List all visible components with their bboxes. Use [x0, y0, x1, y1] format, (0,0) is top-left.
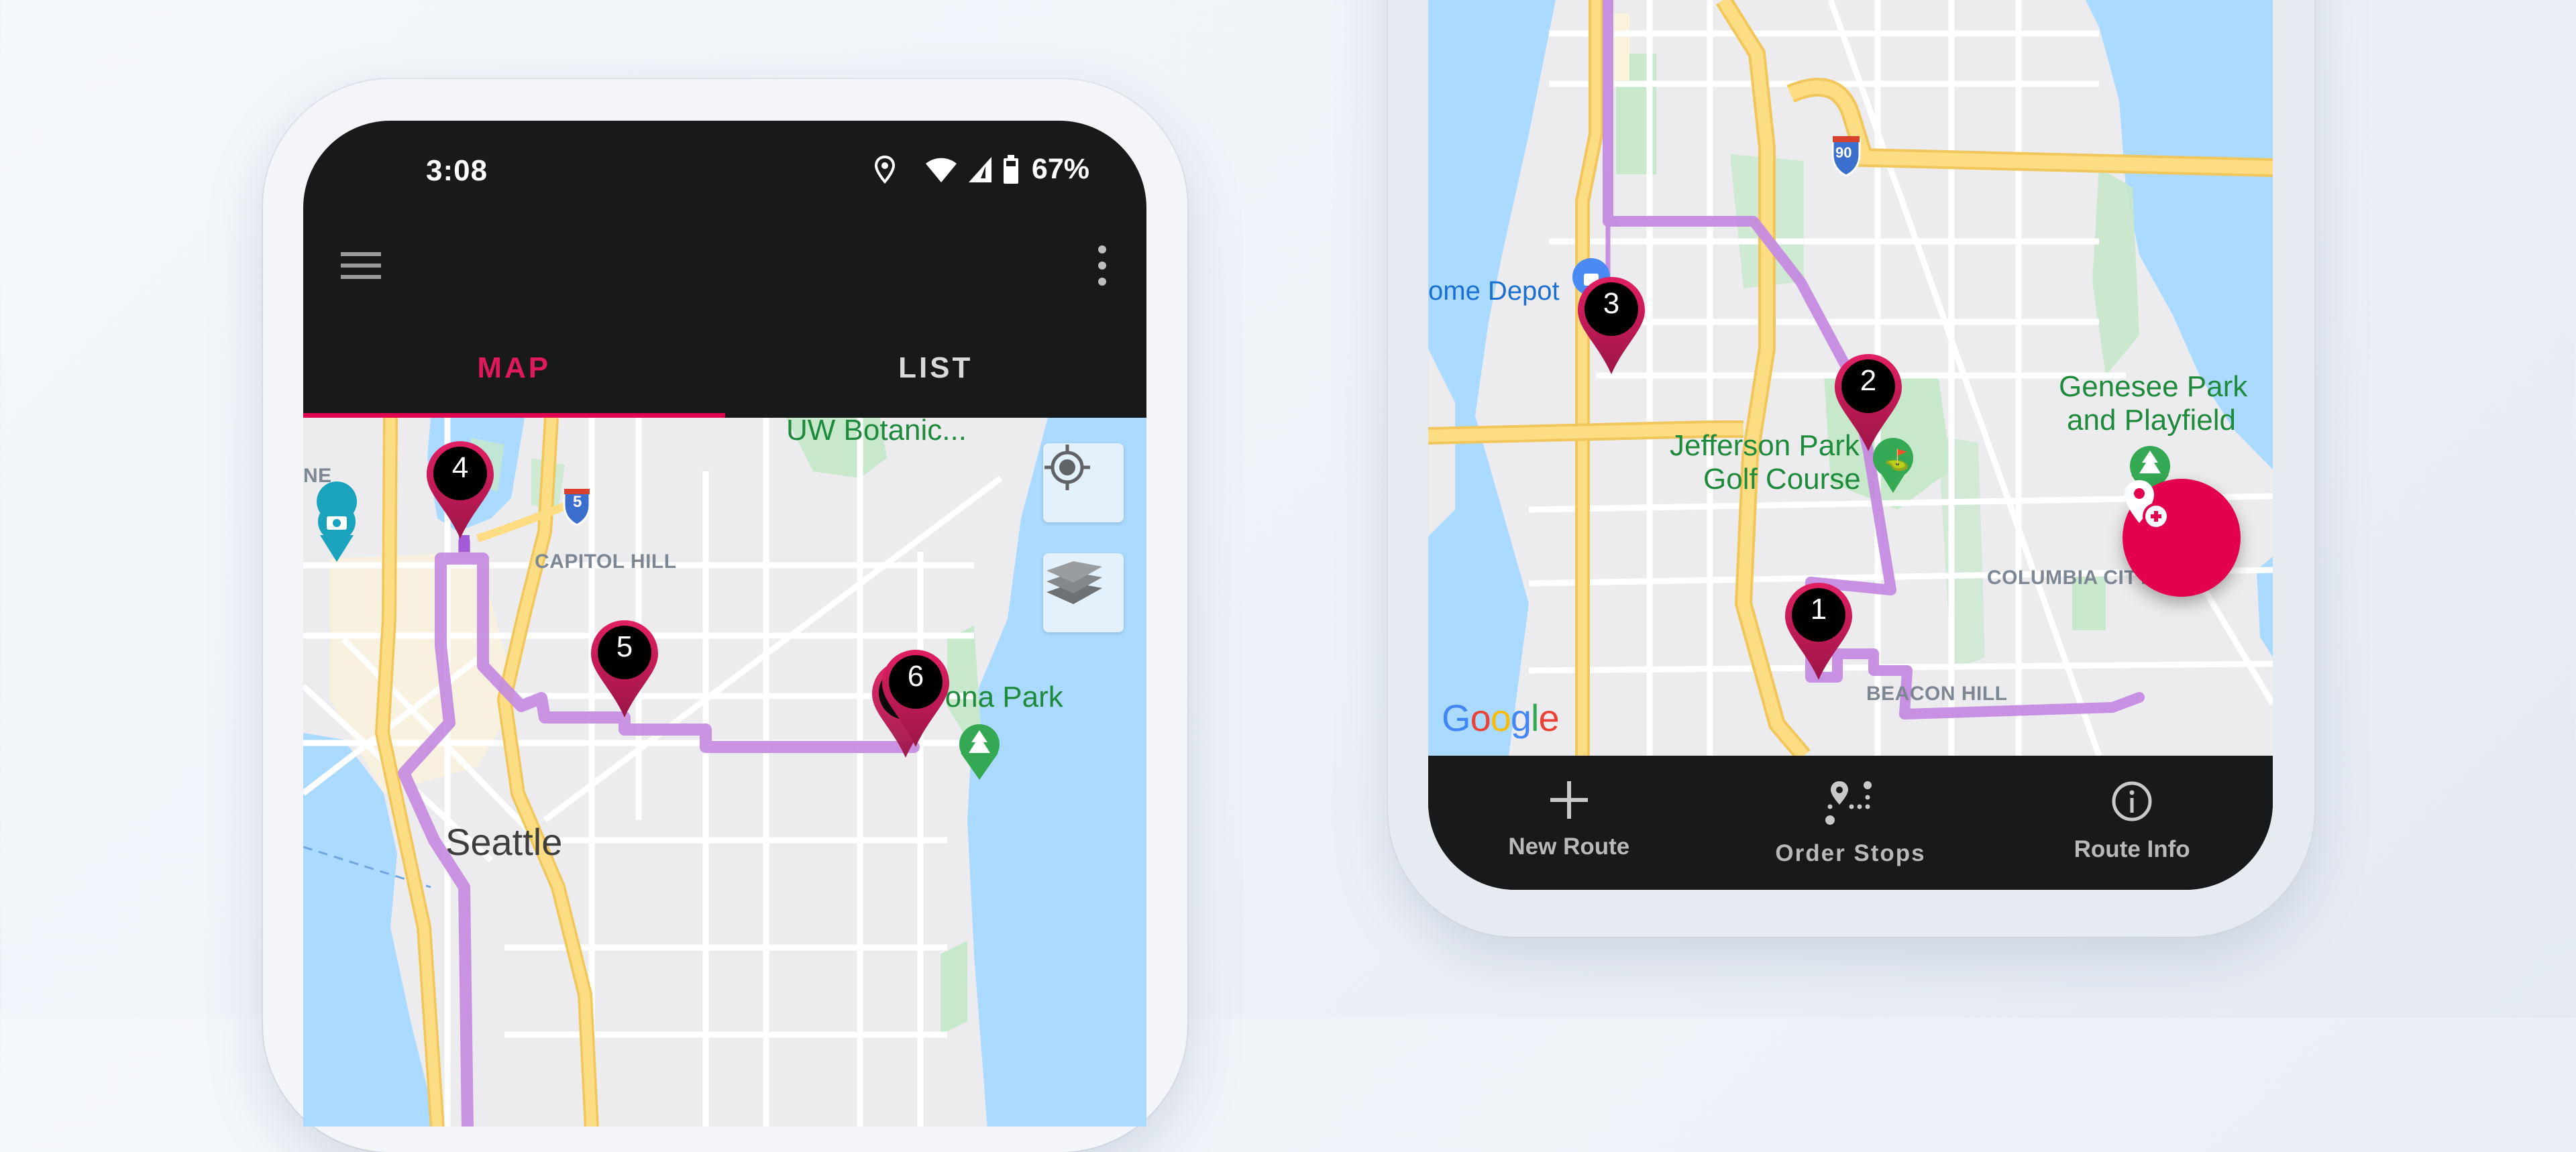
- map-label-seattle: Seattle: [445, 821, 563, 863]
- plus-icon: [1550, 781, 1588, 819]
- stop-number: 6: [907, 660, 924, 693]
- status-time: 3:08: [426, 154, 488, 187]
- map-view[interactable]: UW Botanic... CAPITOL HILL NE Seattle ro…: [303, 418, 1146, 1127]
- stop-number: 1: [1810, 593, 1827, 626]
- map-label-uw-botanic: UW Botanic...: [786, 418, 967, 447]
- add-location-icon: [2125, 480, 2169, 530]
- battery-icon: [1003, 154, 1018, 184]
- map-label-columbia-city: COLUMBIA CITY: [1987, 567, 2151, 589]
- water-duwamish: [1428, 0, 1556, 756]
- layers-icon: [1046, 561, 1102, 604]
- cell-signal-icon: [968, 156, 991, 182]
- layers-button[interactable]: [1043, 553, 1124, 632]
- right-phone-screen: ⛳ ome Depot Jefferson Park Golf Course G…: [1428, 0, 2273, 890]
- left-phone-screen: 3:08 67% MAP LIST UW Botanic... CAPITOL …: [303, 121, 1146, 1127]
- stop-pin-5[interactable]: 5: [591, 620, 658, 717]
- interstate-5-label: 5: [573, 493, 582, 511]
- battery-percent: 67%: [1031, 153, 1089, 185]
- nav-label: New Route: [1508, 833, 1630, 860]
- map-label-capitol-hill: CAPITOL HILL: [535, 551, 677, 573]
- map-label-genesee-park: Genesee Park: [2059, 370, 2248, 403]
- map-view[interactable]: ⛳ ome Depot Jefferson Park Golf Course G…: [1428, 0, 2273, 756]
- map-label-partial-ne: NE: [303, 465, 332, 487]
- nav-new-route[interactable]: New Route: [1428, 756, 1710, 890]
- status-icons: 67%: [873, 153, 1089, 186]
- stop-pin-6[interactable]: 6: [882, 650, 949, 747]
- order-stops-icon: [1825, 781, 1872, 825]
- nav-label: Route Info: [2074, 836, 2190, 862]
- status-bar: 3:08 67%: [303, 121, 1146, 211]
- nav-order-stops[interactable]: Order Stops: [1710, 756, 1992, 890]
- interstate-90-label: 90: [1835, 144, 1852, 161]
- nav-label: Order Stops: [1775, 840, 1926, 866]
- stop-number: 3: [1603, 287, 1620, 320]
- stop-number: 2: [1860, 364, 1877, 397]
- nav-route-info[interactable]: Route Info: [1991, 756, 2273, 890]
- stop-pin-1[interactable]: 1: [1785, 583, 1852, 680]
- map-label-golf-course: Golf Course: [1703, 463, 1861, 496]
- map-label-playfield: and Playfield: [2067, 404, 2236, 437]
- tab-bar: MAP LIST: [303, 322, 1146, 418]
- stop-number: 5: [616, 630, 633, 663]
- my-location-button[interactable]: [1043, 443, 1124, 522]
- map-label-park: rona Park: [935, 681, 1063, 713]
- map-label-home-depot: ome Depot: [1428, 276, 1560, 306]
- google-logo: Google: [1442, 697, 1560, 739]
- stop-number: 4: [451, 451, 469, 484]
- camera-poi-icon: [317, 481, 358, 562]
- map-label-beacon-hill: BEACON HILL: [1866, 683, 2008, 705]
- location-icon: [874, 155, 895, 184]
- tab-list[interactable]: LIST: [725, 322, 1147, 418]
- info-icon: [2112, 781, 2152, 821]
- wifi-icon: [925, 158, 957, 182]
- hamburger-menu-icon: [341, 252, 381, 279]
- more-options-button[interactable]: [1078, 241, 1126, 290]
- stop-pin-4[interactable]: 4: [427, 441, 494, 538]
- bottom-navigation: New Route Order Stops Route Info: [1428, 756, 2273, 890]
- app-toolbar: [303, 211, 1146, 322]
- more-vert-icon: [1098, 245, 1106, 286]
- stop-pin-3[interactable]: 3: [1578, 277, 1645, 374]
- add-stop-fab[interactable]: [2123, 479, 2241, 597]
- stop-pin-2[interactable]: 2: [1835, 354, 1902, 451]
- menu-button[interactable]: [337, 241, 385, 290]
- tab-map[interactable]: MAP: [303, 322, 725, 418]
- water-lake-washington: [967, 418, 1146, 1127]
- map-label-jefferson-park: Jefferson Park: [1670, 429, 1860, 462]
- crosshair-icon: [1044, 445, 1090, 490]
- svg-text:⛳: ⛳: [1884, 448, 1909, 472]
